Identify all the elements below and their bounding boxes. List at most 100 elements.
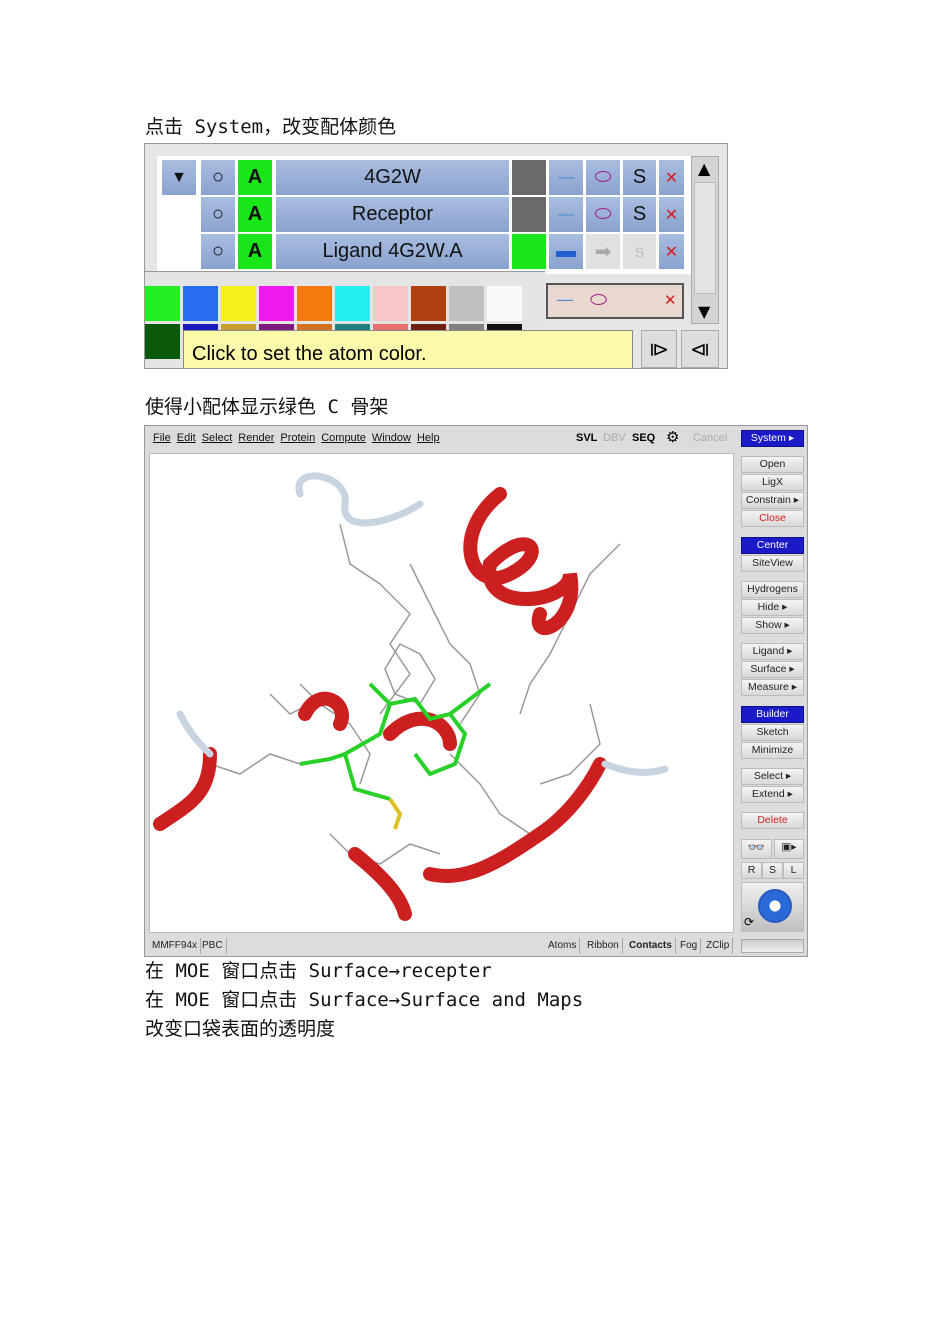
row-name[interactable]: Receptor [276,197,509,232]
status-atoms[interactable]: Atoms [545,938,581,954]
palette-swatch[interactable] [145,286,180,321]
system-button[interactable]: System ▸ [741,430,804,447]
panel-button-ligx[interactable]: LigX [741,474,804,491]
collapse-panel-icon[interactable]: ⧐ [641,330,677,368]
status-mmff94x[interactable]: MMFF94x [149,938,201,954]
status-ribbon[interactable]: Ribbon [584,938,623,954]
svl-button[interactable]: SVL [576,432,597,444]
atom-color-button[interactable]: A [238,234,272,269]
line-icon[interactable]: — [549,197,583,232]
collapse-triangle-icon[interactable]: ▼ [162,160,196,195]
expand-panel-icon[interactable]: ⧏ [681,330,719,368]
palette-swatch[interactable] [411,286,446,321]
palette-swatch[interactable] [335,286,370,321]
panel-button-surface[interactable]: Surface ▸ [741,661,804,678]
menu-protein[interactable]: Protein [280,432,315,444]
panel-button-extend[interactable]: Extend ▸ [741,786,804,803]
palette-swatch[interactable] [145,324,180,359]
ellipse-icon[interactable]: ⬭ [586,197,620,232]
panel-button-open[interactable]: Open [741,456,804,473]
visibility-circle-icon[interactable]: ○ [201,197,235,232]
gear-icon[interactable]: ⚙ [666,428,679,446]
reset-rotation-icon[interactable]: ⟳ [744,915,754,929]
stereo-glasses-icon[interactable]: 👓 [741,839,772,859]
menu-render[interactable]: Render [238,432,274,444]
close-icon[interactable]: ✕ [659,197,684,232]
s-button[interactable]: S [623,234,656,269]
progress-indicator [741,939,804,953]
tube-icon[interactable]: ▬ [549,234,583,269]
color-swatch[interactable] [512,197,546,232]
row-name[interactable]: Ligand 4G2W.A [276,234,509,269]
3d-viewport[interactable] [149,453,734,933]
scrollbar[interactable]: ▲ ▼ [691,156,719,324]
ellipse-icon[interactable]: ⬭ [590,287,607,311]
panel-button-hide[interactable]: Hide ▸ [741,599,804,616]
palette-swatch[interactable] [183,286,218,321]
menu-edit[interactable]: Edit [177,432,196,444]
atom-color-button[interactable]: A [238,160,272,195]
color-swatch[interactable] [512,160,546,195]
close-icon[interactable]: ✕ [659,234,684,269]
menu-select[interactable]: Select [202,432,233,444]
panel-button-ligand[interactable]: Ligand ▸ [741,643,804,660]
line-icon[interactable]: — [549,160,583,195]
visibility-circle-icon[interactable]: ○ [201,234,235,269]
caption-5: 改变口袋表面的透明度 [145,1018,336,1040]
atom-color-button[interactable]: A [238,197,272,232]
scroll-down-icon[interactable]: ▼ [698,302,710,321]
menu-compute[interactable]: Compute [321,432,366,444]
image-icon[interactable]: ▣▸ [774,839,804,859]
l-button[interactable]: L [783,862,804,879]
palette-swatch[interactable] [297,286,332,321]
panel-button-siteview[interactable]: SiteView [741,555,804,572]
soccer-ball-icon [758,889,792,923]
panel-button-select[interactable]: Select ▸ [741,768,804,785]
palette-swatch[interactable] [221,286,256,321]
cancel-button[interactable]: Cancel [693,432,727,444]
palette-swatch[interactable] [259,286,294,321]
s-button[interactable]: S [623,197,656,232]
panel-button-constrain[interactable]: Constrain ▸ [741,492,804,509]
extra-row: — ⬭ ✕ [546,283,684,319]
palette-swatch[interactable] [373,286,408,321]
seq-button[interactable]: SEQ [632,432,655,444]
panel-button-hydrogens[interactable]: Hydrogens [741,581,804,598]
status-contacts[interactable]: Contacts [626,938,676,954]
panel-button-measure[interactable]: Measure ▸ [741,679,804,696]
loop-tubes [176,472,669,776]
color-swatch[interactable] [512,234,546,269]
arrow-icon[interactable]: ➡ [586,234,620,269]
rotation-ball[interactable]: ⟳ [741,882,804,932]
ellipse-icon[interactable]: ⬭ [586,160,620,195]
close-icon[interactable]: ✕ [664,291,677,309]
r-button[interactable]: R [741,862,762,879]
menu-bar: File Edit Select Render Protein Compute Window… [153,432,446,444]
panel-button-builder[interactable]: Builder [741,706,804,723]
status-zclip[interactable]: ZClip [703,938,734,954]
status-fog[interactable]: Fog [677,938,702,954]
s-button[interactable]: S [623,160,656,195]
panel-button-delete[interactable]: Delete [741,812,804,829]
menu-file[interactable]: File [153,432,171,444]
palette-swatch[interactable] [487,286,522,321]
palette-swatch[interactable] [449,286,484,321]
panel-button-sketch[interactable]: Sketch [741,724,804,741]
panel-button-minimize[interactable]: Minimize [741,742,804,759]
panel-button-center[interactable]: Center [741,537,804,554]
scroll-thumb[interactable] [694,182,716,294]
panel-button-show[interactable]: Show ▸ [741,617,804,634]
s-button[interactable]: S [762,862,783,879]
close-icon[interactable]: ✕ [659,160,684,195]
panel-button-close[interactable]: Close [741,510,804,527]
line-icon[interactable]: — [556,289,574,310]
scroll-up-icon[interactable]: ▲ [698,159,710,178]
caption-4: 在 MOE 窗口点击 Surface→Surface and Maps [145,989,584,1011]
menu-help[interactable]: Help [417,432,440,444]
tooltip: Click to set the atom color. [183,330,633,368]
menu-window[interactable]: Window [372,432,411,444]
visibility-circle-icon[interactable]: ○ [201,160,235,195]
status-pbc[interactable]: PBC [199,938,227,954]
dbv-button[interactable]: DBV [603,432,626,444]
row-name[interactable]: 4G2W [276,160,509,195]
